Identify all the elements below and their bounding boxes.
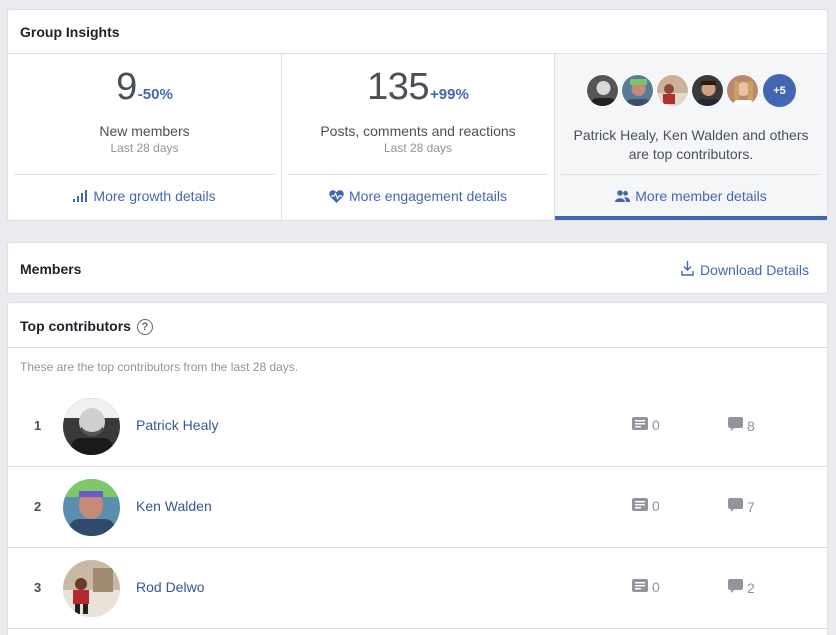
posts-value: 0 bbox=[652, 498, 660, 514]
comments-count: 8 bbox=[728, 417, 755, 435]
avatar[interactable] bbox=[691, 74, 724, 107]
avatar[interactable] bbox=[621, 74, 654, 107]
people-icon bbox=[615, 190, 631, 202]
post-icon bbox=[632, 498, 648, 514]
table-row: 3 Rod Delwo 0 2 bbox=[8, 548, 827, 629]
post-icon bbox=[632, 417, 648, 433]
engagement-period: Last 28 days bbox=[383, 141, 453, 155]
top-contributors-summary: Patrick Healy, Ken Walden and others are… bbox=[573, 127, 809, 162]
posts-count: 0 bbox=[632, 417, 660, 433]
top-contributor-avatars: +5 bbox=[555, 74, 827, 107]
bar-chart-icon bbox=[73, 190, 88, 202]
post-icon bbox=[632, 579, 648, 595]
comment-icon bbox=[728, 498, 743, 516]
comments-count: 7 bbox=[728, 498, 755, 516]
rank: 1 bbox=[34, 418, 42, 433]
comments-value: 2 bbox=[747, 580, 755, 596]
contributor-name-link[interactable]: Rod Delwo bbox=[136, 579, 204, 595]
heart-pulse-icon bbox=[329, 189, 344, 203]
more-engagement-details-label: More engagement details bbox=[349, 188, 507, 204]
comments-value: 8 bbox=[747, 418, 755, 434]
posts-value: 0 bbox=[652, 417, 660, 433]
new-members-count: 9 bbox=[116, 66, 137, 108]
avatar[interactable] bbox=[586, 74, 619, 107]
rank: 2 bbox=[34, 499, 42, 514]
more-member-details-label: More member details bbox=[635, 188, 767, 204]
group-insights-title: Group Insights bbox=[8, 10, 827, 54]
divider bbox=[14, 174, 275, 175]
download-details-button[interactable]: Download Details bbox=[681, 260, 809, 279]
growth-panel: 9-50% New members Last 28 days More grow… bbox=[8, 54, 282, 220]
growth-period: Last 28 days bbox=[110, 141, 179, 155]
avatar[interactable] bbox=[63, 560, 120, 617]
engagement-label: Posts, comments and reactions bbox=[320, 123, 516, 139]
comment-icon bbox=[728, 579, 743, 597]
group-insights-card: Group Insights 9-50% New members Last 28… bbox=[7, 9, 828, 221]
divider bbox=[288, 174, 548, 175]
engagement-count: 135 bbox=[367, 66, 430, 108]
more-member-details-link[interactable]: More member details bbox=[555, 188, 827, 204]
top-contributors-description: These are the top contributors from the … bbox=[20, 360, 299, 374]
help-icon[interactable]: ? bbox=[136, 319, 153, 335]
rank: 3 bbox=[34, 580, 42, 595]
top-contributors-card: Top contributors ? These are the top con… bbox=[7, 302, 828, 635]
comments-value: 7 bbox=[747, 499, 755, 515]
more-growth-details-label: More growth details bbox=[93, 188, 216, 204]
posts-count: 0 bbox=[632, 579, 660, 595]
contributor-name-link[interactable]: Ken Walden bbox=[136, 498, 212, 514]
contributor-name-link[interactable]: Patrick Healy bbox=[136, 417, 218, 433]
avatar[interactable] bbox=[656, 74, 689, 107]
download-icon bbox=[681, 260, 694, 279]
new-members-delta: -50% bbox=[137, 86, 173, 103]
avatar[interactable] bbox=[63, 398, 120, 455]
new-members-label: New members bbox=[99, 123, 190, 139]
engagement-panel: 135+99% Posts, comments and reactions La… bbox=[282, 54, 555, 220]
members-title: Members bbox=[20, 261, 82, 277]
engagement-delta: +99% bbox=[430, 86, 469, 103]
divider bbox=[561, 174, 821, 175]
download-details-label: Download Details bbox=[700, 261, 809, 278]
more-engagement-details-link[interactable]: More engagement details bbox=[282, 188, 554, 204]
avatar[interactable] bbox=[726, 74, 759, 107]
more-contributors-badge[interactable]: +5 bbox=[763, 74, 796, 107]
avatar[interactable] bbox=[63, 479, 120, 536]
members-panel: +5 Patrick Healy, Ken Walden and others … bbox=[555, 54, 827, 220]
comments-count: 2 bbox=[728, 579, 755, 597]
more-growth-details-link[interactable]: More growth details bbox=[8, 188, 281, 204]
top-contributors-title: Top contributors bbox=[20, 318, 131, 334]
table-row: 2 Ken Walden 0 7 bbox=[8, 467, 827, 548]
table-row: 1 Patrick Healy 0 8 bbox=[8, 386, 827, 467]
comment-icon bbox=[728, 417, 743, 435]
members-card: Members Download Details bbox=[7, 242, 828, 294]
posts-count: 0 bbox=[632, 498, 660, 514]
posts-value: 0 bbox=[652, 579, 660, 595]
